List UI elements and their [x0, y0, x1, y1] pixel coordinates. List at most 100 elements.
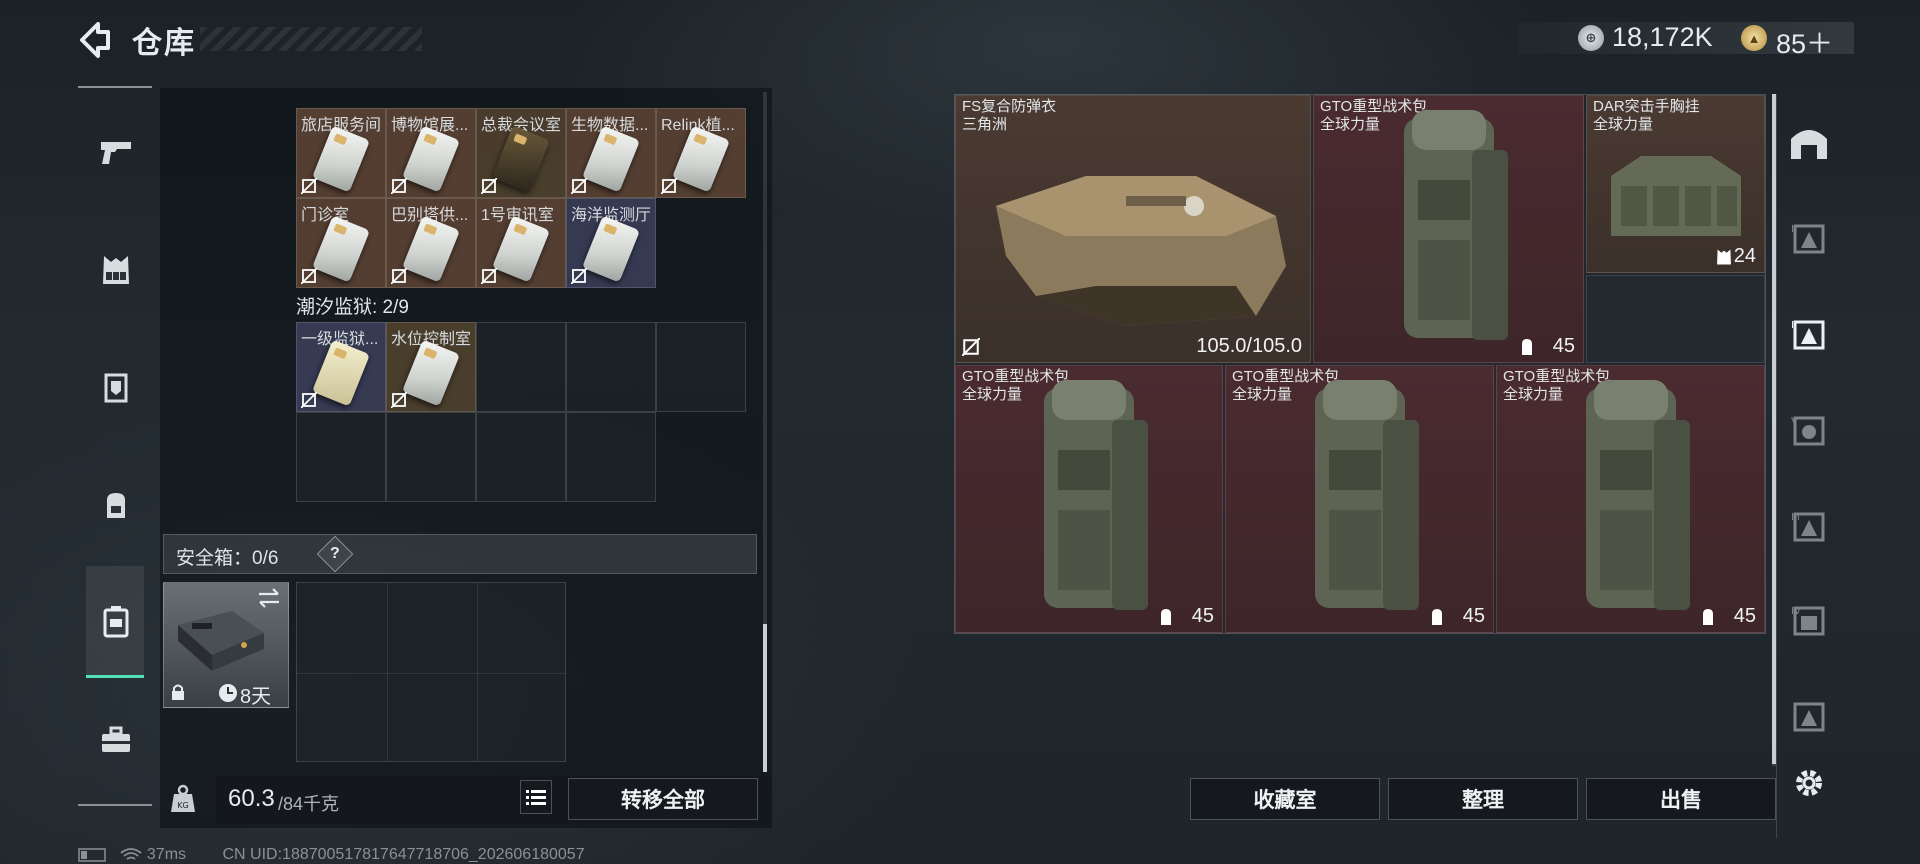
empty-slot[interactable] [566, 412, 656, 502]
empty-slot[interactable] [476, 322, 566, 412]
backpack-image [1044, 380, 1148, 610]
help-icon: ? [330, 545, 340, 562]
vest-icon [103, 256, 129, 284]
safe-box-header: 安全箱：0/6 ? [163, 534, 757, 574]
currency-value[interactable]: 18,172K [1612, 22, 1713, 53]
page-title: 仓库 [132, 27, 196, 60]
nav-top-divider [78, 86, 152, 88]
key-slot[interactable]: 生物数据... [566, 108, 656, 198]
keycard-image [491, 215, 551, 283]
warehouse-icon [1791, 130, 1827, 159]
armor-icon [104, 373, 128, 403]
safe-box-icon [103, 606, 129, 638]
empty-slot[interactable] [386, 412, 476, 502]
no-trade-icon [481, 268, 497, 284]
key-slot[interactable]: 旅店服务间 [296, 108, 386, 198]
right-nav-warehouse[interactable] [1784, 118, 1834, 168]
collection-room-button[interactable]: 收藏室 [1190, 778, 1380, 820]
item-capacity: 45 [1733, 605, 1756, 627]
keycard-image [401, 125, 461, 193]
backpack-image [1314, 380, 1419, 610]
no-trade-icon [962, 338, 980, 356]
key-slot[interactable]: 1号审讯室 [476, 198, 566, 288]
nav-safe-box[interactable] [86, 592, 146, 652]
settings-button[interactable] [1784, 758, 1834, 808]
svg-text:III: III [1791, 512, 1800, 523]
key-slot[interactable]: 博物馆展... [386, 108, 476, 198]
item-capacity: 45 [1191, 605, 1214, 627]
item-name: FS复合防弹衣 [962, 98, 1057, 115]
no-trade-icon [571, 178, 587, 194]
item-slot[interactable]: GTO重型战术包 全球力量 45 [1225, 365, 1494, 633]
svg-text:II: II [1791, 224, 1797, 235]
item-capacity: 45 [1462, 605, 1485, 627]
keycard-image [311, 339, 371, 407]
keycard-image [401, 215, 461, 283]
safe-box-image [178, 611, 264, 671]
item-slot[interactable]: FS复合防弹衣 三角洲 105.0/105.0 [955, 95, 1311, 363]
container-tier-icon: II [1791, 224, 1825, 254]
scrollbar-thumb[interactable] [763, 624, 767, 772]
empty-slot[interactable] [296, 412, 386, 502]
swap-icon [259, 588, 279, 608]
backpack-icon [107, 493, 125, 518]
item-slot[interactable]: GTO重型战术包 全球力量 45 [1496, 365, 1765, 633]
sell-button[interactable]: 出售 [1586, 778, 1776, 820]
back-button[interactable] [76, 20, 114, 60]
right-nav-container-v[interactable]: V [1784, 406, 1834, 456]
points-value[interactable]: 85＋ [1776, 22, 1833, 61]
no-trade-icon [301, 268, 317, 284]
capacity-icon [1432, 609, 1442, 625]
lock-icon [172, 684, 184, 700]
keycard-image [491, 125, 551, 193]
nav-armor[interactable] [86, 358, 146, 418]
right-nav-container-5[interactable] [1784, 692, 1834, 742]
item-slot[interactable]: GTO重型战术包 全球力量 45 [955, 365, 1223, 633]
right-nav-container-1[interactable]: I [1784, 310, 1834, 360]
no-trade-icon [301, 392, 317, 408]
capacity-icon [1161, 609, 1171, 625]
key-slot[interactable]: 水位控制室 [386, 322, 476, 412]
nav-backpack[interactable] [86, 476, 146, 536]
svg-text:V: V [1791, 416, 1798, 427]
keycard-image [581, 215, 641, 283]
empty-slot[interactable] [566, 322, 656, 412]
help-button[interactable]: ? [316, 535, 354, 573]
item-slot[interactable]: GTO重型战术包 全球力量 45 [1313, 95, 1584, 363]
chest-rig-image [1611, 156, 1741, 236]
ping-value: 37ms [146, 846, 187, 863]
key-slot[interactable]: Relink植... [656, 108, 746, 198]
empty-slot[interactable] [1586, 275, 1765, 363]
key-slot[interactable]: 总裁会议室 [476, 108, 566, 198]
nav-chest-rig[interactable] [86, 240, 146, 300]
nav-toolbox[interactable] [86, 710, 146, 770]
empty-slot[interactable] [656, 322, 746, 412]
organize-button[interactable]: 整理 [1388, 778, 1578, 820]
item-brand: 全球力量 [1593, 116, 1654, 133]
silver-coin-icon: ⊕ [1578, 25, 1604, 51]
keycard-image [401, 339, 461, 407]
container-tier-icon: V [1791, 416, 1825, 446]
safe-box-grid[interactable] [296, 582, 566, 762]
container-tier-icon: IV [1791, 606, 1825, 636]
key-slot[interactable]: 门诊室 [296, 198, 386, 288]
key-slot[interactable]: 一级监狱... [296, 322, 386, 412]
no-trade-icon [571, 268, 587, 284]
right-nav-divider [1776, 94, 1777, 838]
key-slot[interactable]: 巴别塔供... [386, 198, 476, 288]
capacity-icon [1703, 609, 1713, 625]
no-trade-icon [391, 178, 407, 194]
prison-section-label: 潮汐监狱: 2/9 [296, 297, 409, 318]
nav-weapons[interactable] [86, 122, 146, 182]
right-nav-container-3[interactable]: III [1784, 502, 1834, 552]
right-nav-container-4[interactable]: IV [1784, 596, 1834, 646]
backpack-image [1585, 380, 1690, 610]
empty-slot[interactable] [476, 412, 566, 502]
item-slot[interactable]: DAR突击手胸挂 全球力量 24 [1586, 95, 1765, 273]
key-slot[interactable]: 海洋监测厅 [566, 198, 656, 288]
transfer-all-button[interactable]: 转移全部 [568, 778, 758, 820]
safe-box-slot[interactable]: 8天 [163, 582, 289, 708]
right-nav-container-2[interactable]: II [1784, 214, 1834, 264]
pistol-icon [101, 142, 131, 164]
list-view-button[interactable] [520, 780, 552, 814]
